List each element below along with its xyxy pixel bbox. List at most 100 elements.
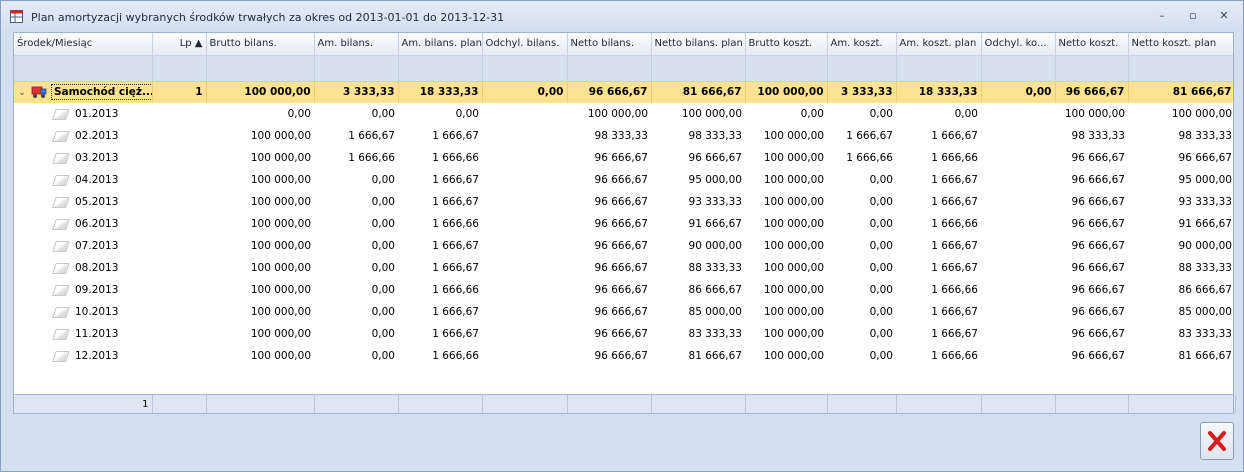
column-header[interactable]: Odchyl. ko... — [981, 33, 1056, 56]
restore-button[interactable]: ▫ — [1185, 9, 1201, 23]
value-cell: 0,00 — [869, 262, 893, 274]
table-row[interactable]: 11.2013 100 000,00 0,00 1 666,67 96 666,67 83… — [14, 323, 1233, 345]
value-cell: 100 000,00 — [763, 240, 824, 252]
value-cell: 98 333,33 — [1071, 130, 1125, 142]
filter-cell[interactable] — [14, 55, 153, 82]
close-dialog-button[interactable] — [1200, 422, 1234, 460]
value-cell: 1 666,67 — [931, 196, 978, 208]
table-row[interactable]: 09.2013 100 000,00 0,00 1 666,66 96 666,67 86… — [14, 279, 1233, 301]
value-cell: 1 666,67 — [432, 196, 479, 208]
document-icon — [52, 306, 70, 318]
column-header[interactable]: Netto koszt. plan — [1128, 33, 1233, 56]
filter-cell[interactable] — [152, 55, 207, 82]
group-value-cell: 0,00 — [981, 81, 1056, 103]
minimize-button[interactable]: – — [1154, 9, 1170, 23]
document-icon — [52, 218, 70, 230]
value-cell: 0,00 — [869, 240, 893, 252]
column-header[interactable]: Brutto koszt. — [745, 33, 828, 56]
summary-footer: 1 — [13, 394, 1236, 414]
document-icon — [52, 108, 70, 120]
value-cell: 0,00 — [371, 284, 395, 296]
filter-cell[interactable] — [206, 55, 315, 82]
value-cell: 100 000,00 — [587, 108, 648, 120]
table-row[interactable]: 08.2013 100 000,00 0,00 1 666,67 96 666,67 88… — [14, 257, 1233, 279]
table-row[interactable]: 02.2013 100 000,00 1 666,67 1 666,67 98 333,… — [14, 125, 1233, 147]
filter-cell[interactable] — [981, 55, 1056, 82]
month-cell: 09.2013 — [14, 279, 152, 301]
month-cell: 12.2013 — [14, 345, 152, 367]
close-window-button[interactable]: ✕ — [1216, 9, 1232, 23]
table-row[interactable]: 06.2013 100 000,00 0,00 1 666,66 96 666,67 91… — [14, 213, 1233, 235]
value-cell — [482, 345, 567, 367]
column-header[interactable]: Netto koszt. — [1055, 33, 1129, 56]
value-cell: 96 666,67 — [1071, 218, 1125, 230]
month-cell: 10.2013 — [14, 301, 152, 323]
value-cell — [482, 257, 567, 279]
value-cell — [981, 323, 1055, 345]
table-row[interactable]: 03.2013 100 000,00 1 666,66 1 666,66 96 666,… — [14, 147, 1233, 169]
table-row[interactable]: 10.2013 100 000,00 0,00 1 666,67 96 666,67 85… — [14, 301, 1233, 323]
column-header[interactable]: Odchyl. bilans. — [482, 33, 568, 56]
table-row[interactable]: 07.2013 100 000,00 0,00 1 666,67 96 666,67 90… — [14, 235, 1233, 257]
value-cell: 0,00 — [869, 350, 893, 362]
value-cell: 96 666,67 — [594, 174, 648, 186]
chevron-down-icon[interactable]: ⌄ — [17, 88, 27, 98]
value-cell: 96 666,67 — [594, 284, 648, 296]
month-label: 06.2013 — [75, 218, 119, 230]
value-cell: 0,00 — [371, 108, 395, 120]
lp-cell — [152, 301, 206, 323]
filter-cell[interactable] — [567, 55, 652, 82]
filter-cell[interactable] — [896, 55, 982, 82]
group-value-cell: 81 666,67 — [1128, 81, 1233, 103]
table-row[interactable]: 12.2013 100 000,00 0,00 1 666,66 96 666,67 81… — [14, 345, 1233, 367]
column-header[interactable]: Lp ▲ — [152, 33, 207, 56]
column-header[interactable]: Am. koszt. — [827, 33, 897, 56]
column-header[interactable]: Netto bilans. — [567, 33, 652, 56]
value-cell: 100 000,00 — [763, 350, 824, 362]
filter-cell[interactable] — [1128, 55, 1233, 82]
column-header[interactable]: Am. koszt. plan — [896, 33, 982, 56]
asset-name-cell[interactable]: ⌄ Samochód cięż... — [14, 81, 153, 103]
filter-cell[interactable] — [482, 55, 568, 82]
value-cell: 88 333,33 — [688, 262, 742, 274]
document-icon — [52, 196, 70, 208]
value-cell: 96 666,67 — [594, 196, 648, 208]
value-cell: 1 666,67 — [931, 130, 978, 142]
value-cell: 100 000,00 — [763, 262, 824, 274]
group-value-cell: 81 666,67 — [651, 81, 746, 103]
column-header[interactable]: Am. bilans. — [314, 33, 399, 56]
column-header[interactable]: Brutto bilans. — [206, 33, 315, 56]
value-cell: 100 000,00 — [250, 262, 311, 274]
window-title: Plan amortyzacji wybranych środków trwał… — [31, 11, 505, 24]
column-header[interactable]: Am. bilans. plan — [398, 33, 483, 56]
filter-cell[interactable] — [651, 55, 746, 82]
value-cell: 0,00 — [869, 218, 893, 230]
filter-row[interactable] — [14, 55, 1233, 82]
value-cell: 83 333,33 — [688, 328, 742, 340]
lp-cell — [152, 323, 206, 345]
document-icon — [52, 350, 70, 362]
group-row[interactable]: ⌄ Samochód cięż... 1 100 000,00 3 333,33 18 3… — [14, 81, 1233, 103]
filter-cell[interactable] — [827, 55, 897, 82]
depreciation-grid: Środek/Miesiąc Lp ▲ Brutto bilans. Am. bila… — [13, 32, 1234, 414]
value-cell: 1 666,67 — [348, 130, 395, 142]
value-cell: 96 666,67 — [1071, 174, 1125, 186]
value-cell — [482, 191, 567, 213]
table-row[interactable]: 05.2013 100 000,00 0,00 1 666,67 96 666,67 93… — [14, 191, 1233, 213]
value-cell: 100 000,00 — [250, 152, 311, 164]
column-header[interactable]: Środek/Miesiąc — [14, 33, 153, 56]
value-cell: 1 666,67 — [432, 306, 479, 318]
month-label: 07.2013 — [75, 240, 119, 252]
filter-cell[interactable] — [1055, 55, 1129, 82]
value-cell — [981, 191, 1055, 213]
month-label: 08.2013 — [75, 262, 119, 274]
value-cell: 100 000,00 — [681, 108, 742, 120]
value-cell: 1 666,67 — [931, 328, 978, 340]
filter-cell[interactable] — [745, 55, 828, 82]
value-cell: 98 333,33 — [1178, 130, 1232, 142]
column-header[interactable]: Netto bilans. plan — [651, 33, 746, 56]
filter-cell[interactable] — [314, 55, 399, 82]
filter-cell[interactable] — [398, 55, 483, 82]
table-row[interactable]: 01.2013 0,00 0,00 0,00 100 000,00 100 000,00 0… — [14, 103, 1233, 125]
table-row[interactable]: 04.2013 100 000,00 0,00 1 666,67 96 666,67 95… — [14, 169, 1233, 191]
